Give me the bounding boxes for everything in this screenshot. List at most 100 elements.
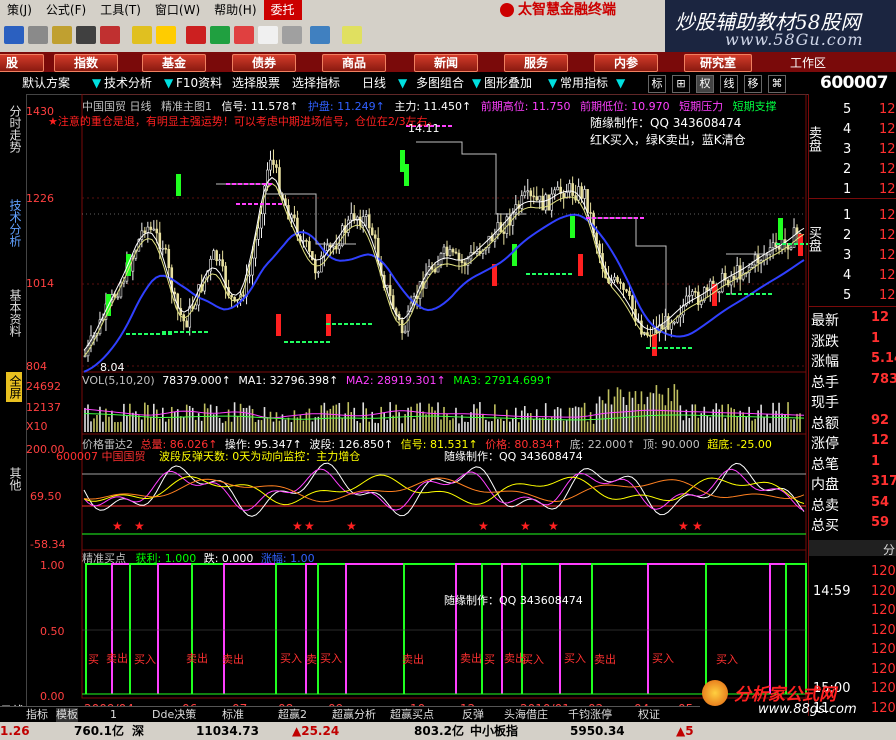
tab-technical[interactable]: 技术分析 <box>6 194 22 252</box>
bottom-tab[interactable]: 千钧涨停 <box>568 708 612 722</box>
dropdown-icon[interactable]: ▼ <box>616 75 625 91</box>
candle-body <box>553 189 556 195</box>
overlay-button[interactable]: 图形叠加 <box>484 75 532 91</box>
volume-bar <box>425 414 427 432</box>
bottom-tab[interactable]: 超赢买点 <box>390 708 434 722</box>
nav-commodity[interactable]: 商品 <box>322 54 386 72</box>
bottom-tab[interactable]: 模板 <box>56 708 78 722</box>
volume-bar <box>287 417 290 432</box>
multi-chart-button[interactable]: 多图组合 <box>416 75 464 91</box>
volume-bar <box>476 408 478 432</box>
binoculars-icon[interactable] <box>76 26 96 44</box>
filter-icon[interactable] <box>28 26 48 44</box>
chart-icon[interactable] <box>100 26 120 44</box>
nav-news[interactable]: 新闻 <box>414 54 478 72</box>
mark-button[interactable]: 标 <box>648 75 666 93</box>
ind1-monitor: 波段反弹天数: 0天为动向监控：主力增仓 <box>159 450 361 463</box>
help-cursor-icon[interactable] <box>342 26 362 44</box>
tab-fundamental[interactable]: 基本资料 <box>6 284 22 342</box>
f10-button[interactable]: F10资料 <box>176 75 222 91</box>
bottom-tab[interactable]: 标准 <box>222 708 244 722</box>
move-button[interactable]: 移 <box>744 75 762 93</box>
signal-step <box>345 563 405 694</box>
volume-bar <box>212 414 215 432</box>
stat-value: 1 <box>871 330 881 346</box>
diamond-icon[interactable] <box>156 26 176 44</box>
scheme-button[interactable]: 默认方案 <box>22 75 70 91</box>
bottom-tab[interactable]: 1 <box>110 708 117 722</box>
nav-fund[interactable]: 基金 <box>142 54 206 72</box>
volume-bar <box>377 423 379 432</box>
select-stock-button[interactable]: 选择股票 <box>232 75 280 91</box>
nav-insider[interactable]: 内参 <box>594 54 658 72</box>
line-button[interactable]: 线 <box>720 75 738 93</box>
volume-bar <box>470 412 472 432</box>
candle-body <box>622 283 625 290</box>
signal-step <box>403 563 457 694</box>
record-icon[interactable] <box>186 26 206 44</box>
tab-other[interactable]: 其他 <box>6 464 22 494</box>
rights-button[interactable]: 权 <box>696 75 714 93</box>
bottom-tab[interactable]: 反弹 <box>462 708 484 722</box>
credit-rule: 红K买入，绿K卖出，蓝K清仓 <box>590 133 746 147</box>
layout-icon[interactable] <box>282 26 302 44</box>
play-icon[interactable] <box>210 26 230 44</box>
window-icon[interactable] <box>258 26 278 44</box>
nav-research[interactable]: 研究室 <box>684 54 752 72</box>
nav-stock[interactable]: 股 <box>0 54 44 72</box>
book-icon[interactable] <box>310 26 330 44</box>
dropdown-icon[interactable]: ▼ <box>472 75 481 91</box>
candle-body <box>496 222 500 235</box>
menu-window[interactable]: 窗口(W) <box>148 0 207 20</box>
bottom-tab[interactable]: 超赢分析 <box>332 708 376 722</box>
bottom-tab[interactable]: Dde决策 <box>152 708 196 722</box>
refresh-icon[interactable] <box>4 26 24 44</box>
tech-analysis-button[interactable]: 技术分析 <box>104 75 152 91</box>
stat-label: 涨跌 <box>811 333 839 350</box>
workzone-label[interactable]: 工作区 <box>790 54 826 71</box>
volume-bar <box>799 413 801 432</box>
menu-trade[interactable]: 委托 <box>263 0 302 20</box>
candle-body <box>155 228 159 234</box>
dropdown-icon[interactable]: ▼ <box>92 75 101 91</box>
bottom-tab[interactable]: 超赢2 <box>278 708 307 722</box>
crosshair-button[interactable]: ⊞ <box>672 75 690 93</box>
volume-bar <box>586 421 589 432</box>
volume-bar <box>637 403 640 432</box>
bottom-tab[interactable]: 指标 <box>26 708 48 722</box>
bottom-tab[interactable]: 头海借庄 <box>504 708 548 722</box>
menu-help[interactable]: 帮助(H) <box>207 0 263 20</box>
menu-tools[interactable]: 工具(T) <box>93 0 148 20</box>
nav-service[interactable]: 服务 <box>504 54 568 72</box>
dropdown-icon[interactable]: ▼ <box>164 75 173 91</box>
bottom-tab[interactable]: 权证 <box>638 708 660 722</box>
volume-bar <box>760 404 762 432</box>
volume-bar <box>266 417 269 432</box>
menu-decision[interactable]: 策(J) <box>0 0 39 20</box>
tab-fullscreen[interactable]: 全屏 <box>6 372 22 402</box>
tab-intraday[interactable]: 分时走势 <box>6 100 22 158</box>
candle-body <box>705 287 709 291</box>
nav-bond[interactable]: 债券 <box>232 54 296 72</box>
select-indicator-button[interactable]: 选择指标 <box>292 75 340 91</box>
candle-body <box>349 213 353 221</box>
volume-bar <box>520 410 523 432</box>
stop-icon[interactable] <box>234 26 254 44</box>
volume-bar <box>395 404 397 432</box>
candle-body <box>212 250 215 260</box>
chart-area[interactable]: ★ ★ ★ ★ ★ ★ ★ ★ ★ ★ 中国国贸 日线 精准主图1 信号: 11.578↑ 护盘:… <box>0 94 808 718</box>
menu-formula[interactable]: 公式(F) <box>39 0 93 20</box>
volume-bar <box>242 408 245 432</box>
tick-price: 120 <box>871 583 896 599</box>
nav-index[interactable]: 指数 <box>54 54 118 72</box>
dropdown-icon[interactable]: ▼ <box>398 75 407 91</box>
common-indicator-button[interactable]: 常用指标 <box>560 75 608 91</box>
grid-icon[interactable] <box>52 26 72 44</box>
signal-step <box>455 563 483 694</box>
bell-icon[interactable] <box>132 26 152 44</box>
period-button[interactable]: 日线 <box>362 75 386 91</box>
draw-tool-icon[interactable]: ⌘ <box>768 75 786 93</box>
volume-bar <box>655 385 658 432</box>
dropdown-icon[interactable]: ▼ <box>548 75 557 91</box>
ind2-credit: 随缘制作：QQ 343608474 <box>444 594 583 607</box>
